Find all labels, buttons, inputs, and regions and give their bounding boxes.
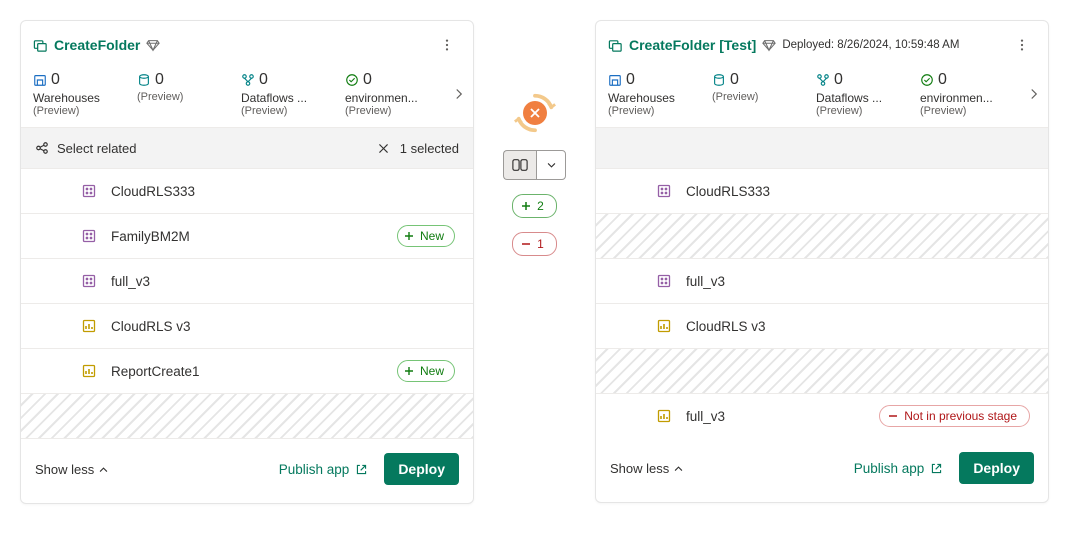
list-item[interactable]: full_v3 <box>21 259 473 304</box>
stat-sql[interactable]: 0 (Preview) <box>137 71 241 103</box>
removed-count-pill[interactable]: 1 <box>512 232 557 256</box>
list-item[interactable]: CloudRLS v3 <box>596 304 1048 349</box>
environment-icon <box>920 73 934 87</box>
workspace-icon <box>608 38 623 53</box>
card-header: CreateFolder [Test] Deployed: 8/26/2024,… <box>596 21 1048 63</box>
sql-endpoint-icon <box>137 73 151 87</box>
semantic-model-icon <box>81 273 97 289</box>
share-icon <box>35 141 49 155</box>
stats-scroll-right[interactable] <box>449 84 469 104</box>
new-badge: New <box>397 360 455 382</box>
select-related-bar: Select related 1 selected <box>21 127 473 169</box>
list-item[interactable]: CloudRLS333 <box>21 169 473 214</box>
deploy-button[interactable]: Deploy <box>384 453 459 485</box>
open-external-icon <box>355 463 368 476</box>
premium-diamond-icon <box>762 38 776 52</box>
not-in-previous-badge: Not in previous stage <box>879 405 1030 427</box>
placeholder-slot <box>596 214 1048 259</box>
stat-environments[interactable]: 0 environmen... (Preview) <box>920 71 1024 117</box>
chevron-up-icon <box>98 464 109 475</box>
stat-sql[interactable]: 0 (Preview) <box>712 71 816 103</box>
list-item[interactable]: CloudRLS333 <box>596 169 1048 214</box>
plus-icon <box>521 201 531 211</box>
stat-dataflows[interactable]: 0 Dataflows ... (Preview) <box>816 71 920 117</box>
stat-row: 0 Warehouses (Preview) 0 (Preview) 0 Dat… <box>596 63 1048 127</box>
plus-icon <box>404 366 414 376</box>
sql-endpoint-icon <box>712 73 726 87</box>
select-bar-placeholder <box>596 127 1048 169</box>
list-item[interactable]: ReportCreate1 New <box>21 349 473 394</box>
select-related-label[interactable]: Select related <box>57 141 137 156</box>
semantic-model-icon <box>656 183 672 199</box>
card-header: CreateFolder <box>21 21 473 63</box>
item-list: CloudRLS333 FamilyBM2M New full_v3 Cloud… <box>21 169 473 439</box>
list-item[interactable]: CloudRLS v3 <box>21 304 473 349</box>
semantic-model-icon <box>81 228 97 244</box>
stage-title[interactable]: CreateFolder [Test] <box>608 37 776 53</box>
compare-side-by-side-button[interactable] <box>503 150 536 180</box>
item-list: CloudRLS333 full_v3 CloudRLS v3 full_v3 … <box>596 169 1048 438</box>
minus-icon <box>888 411 898 421</box>
stat-warehouses[interactable]: 0 Warehouses (Preview) <box>33 71 137 117</box>
list-item[interactable]: FamilyBM2M New <box>21 214 473 259</box>
compare-view-toggle <box>503 150 566 180</box>
stage-title[interactable]: CreateFolder <box>33 37 160 53</box>
placeholder-slot <box>596 349 1048 394</box>
stat-row: 0 Warehouses (Preview) 0 (Preview) 0 Dat… <box>21 63 473 127</box>
deployed-timestamp: Deployed: 8/26/2024, 10:59:48 AM <box>782 39 959 51</box>
dataflow-icon <box>816 73 830 87</box>
stat-warehouses[interactable]: 0 Warehouses (Preview) <box>608 71 712 117</box>
report-icon <box>81 363 97 379</box>
show-less-toggle[interactable]: Show less <box>35 462 109 477</box>
compare-icon <box>512 158 528 172</box>
stage-title-text: CreateFolder [Test] <box>629 37 756 53</box>
chevron-down-icon <box>546 160 557 171</box>
semantic-model-icon <box>656 273 672 289</box>
open-external-icon <box>930 462 943 475</box>
warehouse-icon <box>33 73 47 87</box>
added-count-pill[interactable]: 2 <box>512 194 557 218</box>
list-item[interactable]: full_v3 <box>596 259 1048 304</box>
warehouse-icon <box>608 73 622 87</box>
report-icon <box>656 408 672 424</box>
publish-app-link[interactable]: Publish app <box>279 462 369 477</box>
workspace-icon <box>33 38 48 53</box>
publish-app-link[interactable]: Publish app <box>854 461 944 476</box>
minus-icon <box>521 239 531 249</box>
placeholder-slot <box>21 394 473 439</box>
compare-column: 2 1 <box>474 20 595 256</box>
target-stage-card: CreateFolder [Test] Deployed: 8/26/2024,… <box>595 20 1049 503</box>
more-options-button[interactable] <box>433 31 461 59</box>
compare-dropdown-button[interactable] <box>536 150 566 180</box>
list-item[interactable]: full_v3 Not in previous stage <box>596 394 1048 438</box>
source-stage-card: CreateFolder 0 Warehouses (Preview) <box>20 20 474 504</box>
report-icon <box>81 318 97 334</box>
stat-environments[interactable]: 0 environmen... (Preview) <box>345 71 449 117</box>
card-footer: Show less Publish app Deploy <box>596 438 1048 502</box>
stats-scroll-right[interactable] <box>1024 84 1044 104</box>
report-icon <box>656 318 672 334</box>
sync-status-badge[interactable] <box>512 90 558 136</box>
dataflow-icon <box>241 73 255 87</box>
chevron-up-icon <box>673 463 684 474</box>
premium-diamond-icon <box>146 38 160 52</box>
semantic-model-icon <box>81 183 97 199</box>
show-less-toggle[interactable]: Show less <box>610 461 684 476</box>
stage-title-text: CreateFolder <box>54 37 140 53</box>
clear-selection-button[interactable] <box>377 142 390 155</box>
more-options-button[interactable] <box>1008 31 1036 59</box>
selected-count: 1 selected <box>400 141 459 156</box>
card-footer: Show less Publish app Deploy <box>21 439 473 503</box>
deploy-button[interactable]: Deploy <box>959 452 1034 484</box>
sync-spinner-icon <box>512 90 558 136</box>
plus-icon <box>404 231 414 241</box>
stat-dataflows[interactable]: 0 Dataflows ... (Preview) <box>241 71 345 117</box>
new-badge: New <box>397 225 455 247</box>
environment-icon <box>345 73 359 87</box>
